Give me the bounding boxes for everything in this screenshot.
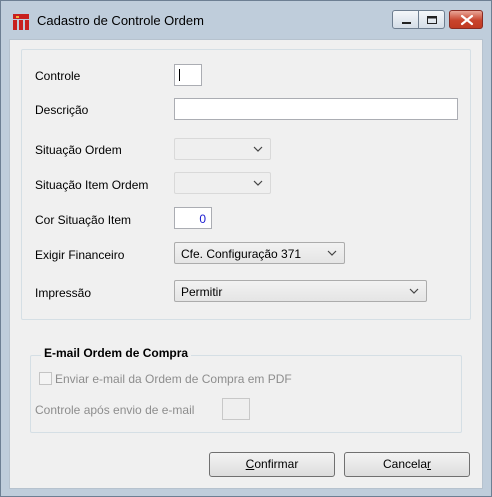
exigir-financeiro-select[interactable]: Cfe. Configuração 371 — [174, 242, 345, 264]
text-cursor — [179, 69, 180, 81]
email-group-box — [30, 355, 462, 433]
controle-apos-envio-label: Controle após envio de e-mail — [35, 403, 195, 417]
cor-situacao-item-value: 0 — [199, 212, 206, 226]
minimize-icon — [402, 22, 411, 24]
controle-input[interactable] — [174, 64, 202, 86]
cancelar-label-pre: Cancela — [382, 457, 428, 471]
dialog-window: Cadastro de Controle Ordem Controle Desc… — [0, 0, 492, 497]
confirmar-button[interactable]: Confirmar — [209, 452, 335, 477]
cor-situacao-item-input[interactable]: 0 — [174, 207, 212, 229]
maximize-icon — [427, 16, 437, 24]
chevron-down-icon — [253, 146, 263, 152]
controle-label: Controle — [35, 69, 81, 83]
impressao-value: Permitir — [181, 285, 223, 299]
close-button[interactable] — [449, 10, 483, 29]
enviar-email-label: Enviar e-mail da Ordem de Compra em PDF — [55, 372, 292, 386]
situacao-ordem-select[interactable] — [174, 138, 271, 160]
enviar-email-checkbox[interactable] — [39, 372, 52, 385]
app-logo-icon — [13, 14, 29, 30]
cancelar-mnemonic: r — [427, 457, 432, 471]
situacao-item-ordem-select[interactable] — [174, 172, 271, 194]
confirmar-label-post: onfirmar — [254, 457, 299, 471]
maximize-button[interactable] — [419, 10, 445, 29]
chevron-down-icon — [253, 180, 263, 186]
title-bar[interactable]: Cadastro de Controle Ordem — [1, 1, 491, 39]
chevron-down-icon — [409, 288, 419, 294]
descricao-input[interactable] — [174, 98, 458, 120]
close-icon — [460, 14, 474, 26]
minimize-button[interactable] — [392, 10, 419, 29]
impressao-select[interactable]: Permitir — [174, 280, 427, 302]
exigir-financeiro-value: Cfe. Configuração 371 — [181, 247, 302, 261]
email-group-title: E-mail Ordem de Compra — [41, 346, 192, 360]
situacao-ordem-label: Situação Ordem — [35, 143, 122, 157]
window-title: Cadastro de Controle Ordem — [37, 13, 204, 28]
impressao-label: Impressão — [35, 286, 92, 300]
exigir-financeiro-label: Exigir Financeiro — [35, 248, 125, 262]
controle-apos-envio-input[interactable] — [222, 398, 250, 420]
descricao-label: Descrição — [35, 103, 89, 117]
cancelar-button[interactable]: Cancelar — [344, 452, 470, 477]
chevron-down-icon — [327, 250, 337, 256]
cor-situacao-item-label: Cor Situação Item — [35, 213, 132, 227]
situacao-item-ordem-label: Situação Item Ordem — [35, 178, 149, 192]
